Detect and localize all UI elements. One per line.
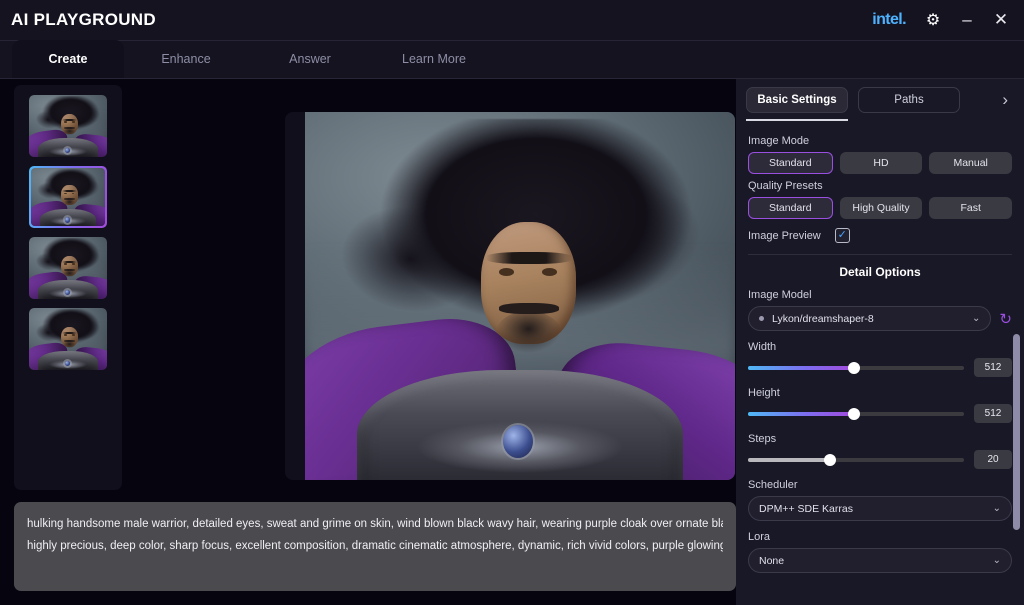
prompt-input[interactable]: hulking handsome male warrior, detailed … <box>14 502 736 591</box>
warrior-artwork <box>29 237 107 299</box>
warrior-artwork <box>29 308 107 370</box>
tab-learn-more[interactable]: Learn More <box>372 40 496 78</box>
image-model-label: Image Model <box>748 289 1012 301</box>
chevron-right-icon[interactable]: › <box>1002 90 1014 110</box>
thumbnail-item[interactable] <box>29 166 107 228</box>
title-bar: AI PLAYGROUND intel. ⚙ – ✕ <box>0 0 1024 41</box>
thumbnail-image <box>31 168 105 226</box>
warrior-artwork <box>31 168 105 226</box>
image-mode-hd[interactable]: HD <box>840 152 923 174</box>
steps-value[interactable]: 20 <box>974 450 1012 469</box>
quality-preset-fast[interactable]: Fast <box>929 197 1012 219</box>
generated-image <box>305 112 735 480</box>
thumbnail-image <box>29 95 107 157</box>
gear-glyph: ⚙ <box>926 10 940 30</box>
image-model-value: Lykon/dreamshaper-8 <box>772 313 874 325</box>
close-icon[interactable]: ✕ <box>984 3 1018 37</box>
warrior-artwork <box>29 95 107 157</box>
image-mode-standard[interactable]: Standard <box>748 152 833 174</box>
height-slider[interactable] <box>748 412 964 416</box>
intel-logo: intel. <box>862 11 916 29</box>
settings-panel: Basic Settings Paths › Image Mode Standa… <box>736 79 1024 605</box>
chevron-down-icon: ⌄ <box>972 313 980 324</box>
image-preview-label: Image Preview <box>748 230 821 242</box>
scheduler-value: DPM++ SDE Karras <box>759 503 853 515</box>
height-label: Height <box>748 387 1012 399</box>
image-mode-manual[interactable]: Manual <box>929 152 1012 174</box>
scheduler-label: Scheduler <box>748 479 1012 491</box>
close-glyph: ✕ <box>994 10 1008 30</box>
image-mode-options: Standard HD Manual <box>748 152 1012 174</box>
warrior-artwork-large <box>305 112 735 480</box>
app-title: AI PLAYGROUND <box>11 10 156 30</box>
lora-label: Lora <box>748 531 1012 543</box>
active-tab-underline <box>746 119 848 121</box>
detail-options-title: Detail Options <box>748 265 1012 279</box>
height-slider-fill <box>748 412 854 416</box>
thumbnail-image <box>29 237 107 299</box>
width-slider-knob[interactable] <box>848 362 860 374</box>
panel-body: Image Mode Standard HD Manual Quality Pr… <box>736 121 1024 573</box>
thumbnail-item[interactable] <box>29 237 107 299</box>
image-model-select[interactable]: Lykon/dreamshaper-8 ⌄ <box>748 306 991 331</box>
gear-icon[interactable]: ⚙ <box>916 3 950 37</box>
tab-paths[interactable]: Paths <box>858 87 960 113</box>
thumbnail-item[interactable] <box>29 308 107 370</box>
height-slider-row: 512 <box>748 404 1012 423</box>
quality-presets-label: Quality Presets <box>748 180 1012 192</box>
lora-value: None <box>759 555 784 567</box>
minimize-glyph: – <box>962 17 971 23</box>
panel-scrollbar[interactable] <box>1014 79 1022 605</box>
height-slider-knob[interactable] <box>848 408 860 420</box>
image-preview-frame[interactable] <box>285 112 735 480</box>
width-slider[interactable] <box>748 366 964 370</box>
steps-slider-knob[interactable] <box>824 454 836 466</box>
image-mode-label: Image Mode <box>748 135 1012 147</box>
steps-label: Steps <box>748 433 1012 445</box>
width-slider-fill <box>748 366 854 370</box>
tab-basic-settings[interactable]: Basic Settings <box>746 87 848 113</box>
steps-slider-fill <box>748 458 830 462</box>
steps-slider[interactable] <box>748 458 964 462</box>
width-label: Width <box>748 341 1012 353</box>
tab-enhance[interactable]: Enhance <box>124 40 248 78</box>
steps-slider-row: 20 <box>748 450 1012 469</box>
prompt-line-2: highly precious, deep color, sharp focus… <box>27 535 723 557</box>
chevron-down-icon: ⌄ <box>993 503 1001 514</box>
tab-create[interactable]: Create <box>12 40 124 78</box>
scheduler-select[interactable]: DPM++ SDE Karras ⌄ <box>748 496 1012 521</box>
window-controls: intel. ⚙ – ✕ <box>862 3 1024 37</box>
panel-scrollbar-thumb[interactable] <box>1013 334 1020 530</box>
section-divider <box>748 254 1012 255</box>
minimize-icon[interactable]: – <box>950 3 984 37</box>
thumbnail-item[interactable] <box>29 95 107 157</box>
tab-answer[interactable]: Answer <box>248 40 372 78</box>
quality-preset-options: Standard High Quality Fast <box>748 197 1012 219</box>
image-preview-checkbox[interactable]: ✓ <box>835 228 850 243</box>
app-window: AI PLAYGROUND intel. ⚙ – ✕ Create Enhanc… <box>0 0 1024 605</box>
image-model-row: Lykon/dreamshaper-8 ⌄ ↻ <box>748 306 1012 331</box>
quality-preset-high-quality[interactable]: High Quality <box>840 197 923 219</box>
thumbnail-image <box>29 308 107 370</box>
thumbnail-rail <box>14 85 122 490</box>
status-dot-icon <box>759 316 764 321</box>
chevron-down-icon: ⌄ <box>993 555 1001 566</box>
image-preview-row: Image Preview ✓ <box>748 228 1012 243</box>
quality-preset-standard[interactable]: Standard <box>748 197 833 219</box>
panel-tab-bar: Basic Settings Paths › <box>736 79 1024 121</box>
main-tab-bar: Create Enhance Answer Learn More <box>0 41 1024 79</box>
check-icon: ✓ <box>838 230 847 241</box>
refresh-icon[interactable]: ↻ <box>999 310 1012 328</box>
height-value[interactable]: 512 <box>974 404 1012 423</box>
prompt-line-1: hulking handsome male warrior, detailed … <box>27 513 723 535</box>
lora-select[interactable]: None ⌄ <box>748 548 1012 573</box>
width-value[interactable]: 512 <box>974 358 1012 377</box>
width-slider-row: 512 <box>748 358 1012 377</box>
